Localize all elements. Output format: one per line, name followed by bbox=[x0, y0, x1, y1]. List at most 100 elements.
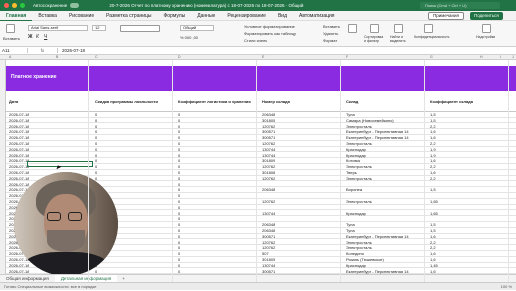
table-cell[interactable]: Тула bbox=[346, 112, 355, 118]
table-cell[interactable]: 0 bbox=[178, 199, 180, 205]
table-cell[interactable]: 120762 bbox=[262, 164, 275, 170]
column-letter[interactable]: B bbox=[56, 55, 58, 59]
table-cell[interactable]: 0 bbox=[178, 153, 180, 159]
formula-input[interactable]: 2026-07-18 bbox=[58, 48, 85, 53]
ribbon-tab[interactable]: Разметка страницы bbox=[100, 11, 157, 21]
table-cell[interactable]: 0 bbox=[95, 164, 97, 170]
insert-cells-button[interactable]: Вставить bbox=[323, 24, 340, 29]
table-cell[interactable]: 0 bbox=[178, 147, 180, 153]
table-cell[interactable]: 0 bbox=[178, 193, 180, 199]
table-cell[interactable]: Екатеринбург - Перспективная 14 bbox=[346, 135, 409, 141]
table-cell[interactable]: Екатеринбург - Перспективная 14 bbox=[346, 234, 409, 240]
table-cell[interactable]: 1,5 bbox=[430, 118, 436, 124]
table-cell[interactable]: 0 bbox=[178, 135, 180, 141]
table-cell[interactable]: 120762 bbox=[262, 240, 275, 246]
ribbon-tab[interactable]: Автоматизация bbox=[293, 11, 341, 21]
table-cell[interactable]: 1,9 bbox=[430, 147, 436, 153]
table-cell[interactable]: 0 bbox=[95, 158, 97, 164]
table-cell[interactable]: 0 bbox=[95, 124, 97, 130]
table-cell[interactable]: 1,5 bbox=[430, 222, 436, 228]
find-select-icon[interactable] bbox=[394, 24, 403, 33]
table-cell[interactable]: 0 bbox=[95, 112, 97, 118]
table-cell[interactable]: Тула bbox=[346, 222, 355, 228]
table-cell[interactable]: 0 bbox=[95, 135, 97, 141]
column-letter[interactable]: E bbox=[262, 55, 264, 59]
table-cell[interactable]: Краснодар bbox=[346, 147, 366, 153]
table-cell[interactable]: 0 bbox=[178, 112, 180, 118]
table-cell[interactable]: 1,6 bbox=[430, 257, 436, 263]
table-cell[interactable]: Электросталь bbox=[346, 164, 372, 170]
table-cell[interactable]: Самара (Новосемейкино) bbox=[346, 118, 394, 124]
bold-button[interactable]: Ж bbox=[28, 34, 33, 40]
table-cell[interactable]: 2026-07-18 bbox=[9, 147, 29, 153]
table-cell[interactable]: 0 bbox=[178, 216, 180, 222]
column-letter[interactable]: F bbox=[346, 55, 348, 59]
table-cell[interactable]: 2026-07-18 bbox=[9, 129, 29, 135]
underline-button[interactable]: Ч bbox=[44, 34, 47, 40]
conditional-format-button[interactable]: Условное форматирование bbox=[244, 24, 295, 29]
format-as-table-button[interactable]: Форматировать как таблицу bbox=[244, 31, 296, 36]
add-sheet-button[interactable]: + bbox=[117, 276, 130, 281]
table-cell[interactable]: 2,2 bbox=[430, 245, 436, 251]
table-cell[interactable]: 0 bbox=[95, 153, 97, 159]
table-cell[interactable]: Тверь bbox=[346, 170, 357, 176]
ribbon-tab[interactable]: Рисование bbox=[63, 11, 100, 21]
ribbon-tab[interactable]: Вид bbox=[272, 11, 293, 21]
column-letter[interactable]: G bbox=[430, 55, 433, 59]
table-cell[interactable]: 1,6 bbox=[430, 158, 436, 164]
table-cell[interactable]: Электросталь bbox=[346, 176, 372, 182]
notes-button[interactable]: Примечания bbox=[428, 12, 464, 20]
table-cell[interactable]: 301808 bbox=[262, 170, 275, 176]
table-cell[interactable]: 120762 bbox=[262, 141, 275, 147]
number-format-buttons[interactable]: % 000 ,00 bbox=[180, 35, 198, 40]
table-cell[interactable]: 0 bbox=[178, 228, 180, 234]
table-cell[interactable]: 0 bbox=[95, 129, 97, 135]
table-cell[interactable]: 1,5 bbox=[430, 187, 436, 193]
table-cell[interactable]: 0 bbox=[178, 182, 180, 188]
table-cell[interactable]: 300571 bbox=[262, 234, 275, 240]
table-cell[interactable]: Тула bbox=[346, 228, 355, 234]
table-cell[interactable]: 0 bbox=[178, 176, 180, 182]
column-letter[interactable]: D bbox=[178, 55, 181, 59]
table-cell[interactable]: 1,6 bbox=[430, 251, 436, 257]
ribbon-tab[interactable]: Вставка bbox=[32, 11, 63, 21]
table-cell[interactable]: 2,2 bbox=[430, 141, 436, 147]
ribbon-tab[interactable]: Данные bbox=[191, 11, 221, 21]
search-input[interactable]: Поиск (Cmd + Ctrl + U) bbox=[420, 2, 500, 9]
table-cell[interactable]: 300571 bbox=[262, 129, 275, 135]
table-cell[interactable]: Электросталь bbox=[346, 141, 372, 147]
ribbon-tab[interactable]: Главная bbox=[0, 11, 33, 21]
cell-styles-button[interactable]: Стили ячеек bbox=[244, 38, 267, 43]
name-box[interactable]: A11 bbox=[0, 48, 28, 53]
table-cell[interactable]: 0 bbox=[178, 240, 180, 246]
table-cell[interactable]: 0 bbox=[178, 257, 180, 263]
table-cell[interactable]: 206348 bbox=[262, 222, 275, 228]
maximize-window-button[interactable] bbox=[20, 3, 25, 8]
table-cell[interactable]: 0 bbox=[178, 124, 180, 130]
table-cell[interactable]: 2,2 bbox=[430, 164, 436, 170]
sort-filter-icon[interactable] bbox=[370, 24, 379, 33]
table-cell[interactable]: Краснодар bbox=[346, 211, 366, 217]
table-cell[interactable]: 0 bbox=[178, 118, 180, 124]
table-cell[interactable]: 0 bbox=[178, 170, 180, 176]
alignment-icons[interactable] bbox=[120, 25, 160, 32]
table-cell[interactable]: 0 bbox=[178, 187, 180, 193]
table-cell[interactable]: 120762 bbox=[262, 199, 275, 205]
table-cell[interactable]: 0 bbox=[178, 158, 180, 164]
table-cell[interactable]: 0 bbox=[178, 164, 180, 170]
table-cell[interactable]: 2026-07-18 bbox=[9, 112, 29, 118]
addins-icon[interactable] bbox=[482, 24, 491, 33]
table-cell[interactable]: 0 bbox=[178, 211, 180, 217]
table-cell[interactable]: 1,45 bbox=[430, 263, 438, 269]
table-cell[interactable]: 0 bbox=[178, 141, 180, 147]
share-button[interactable]: Поделиться bbox=[470, 12, 503, 20]
table-cell[interactable]: Электросталь bbox=[346, 245, 372, 251]
table-cell[interactable]: 2026-07-18 bbox=[9, 153, 29, 159]
table-cell[interactable]: 2026-07-18 bbox=[9, 141, 29, 147]
font-size-select[interactable]: 12 bbox=[92, 25, 106, 31]
table-cell[interactable]: 2,2 bbox=[430, 240, 436, 246]
table-cell[interactable]: 301805 bbox=[262, 257, 275, 263]
table-cell[interactable]: 1,9 bbox=[430, 153, 436, 159]
table-cell[interactable]: 1,65 bbox=[430, 199, 438, 205]
column-letter[interactable]: H bbox=[480, 55, 483, 59]
